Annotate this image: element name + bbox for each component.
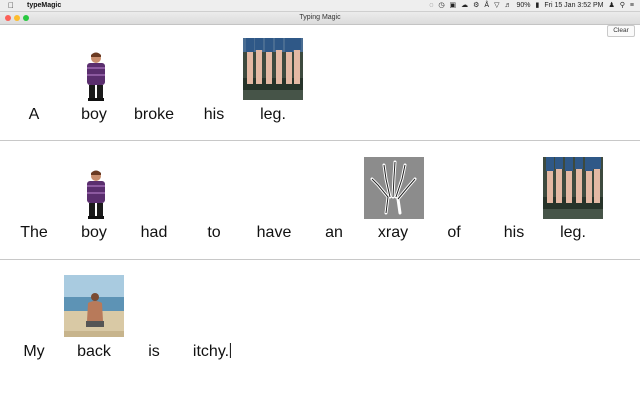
datetime-label[interactable]: Fri 15 Jan 3:52 PM [544, 0, 603, 11]
screen-icon[interactable]: ▣ [450, 0, 457, 11]
maximize-window-button[interactable] [23, 15, 29, 21]
text-cursor [230, 343, 232, 358]
word: broke [133, 106, 175, 123]
user-icon[interactable]: ♟ [608, 0, 614, 11]
sentence-divider [0, 259, 640, 260]
sentence-3-beach-picture [64, 275, 124, 337]
clear-button[interactable]: Clear [607, 25, 635, 37]
word: an [325, 224, 343, 241]
app-menu-name[interactable]: typeMagic [27, 0, 61, 11]
word: have [256, 224, 292, 241]
word: back [77, 343, 111, 360]
xray-hand-icon [364, 157, 424, 219]
word-with-caret[interactable]: itchy. [192, 343, 232, 361]
sync-icon[interactable]: ◌ [429, 0, 433, 11]
sentence-1-boy-picture [66, 48, 126, 110]
word: his [503, 224, 525, 241]
settings-icon[interactable]: ⚙ [473, 0, 479, 11]
cloud-icon[interactable]: ☁ [461, 0, 468, 11]
word: leg. [560, 224, 586, 241]
boy-icon [66, 48, 126, 110]
apple-menu-icon[interactable]:  [8, 0, 14, 11]
wifi-icon[interactable]: ▽ [494, 0, 499, 11]
battery-percent[interactable]: 90% [516, 0, 530, 11]
clock-icon[interactable]: ◷ [438, 0, 444, 11]
close-window-button[interactable] [5, 15, 11, 21]
word: of [447, 224, 461, 241]
sentence-2-boy-picture [66, 166, 126, 228]
word: his [203, 106, 225, 123]
battery-icon[interactable]: ▮ [535, 0, 539, 11]
boy-icon [66, 166, 126, 228]
word: itchy. [192, 343, 230, 360]
sentence-2-feet-picture [543, 157, 603, 219]
window-title-bar: Typing Magic [0, 12, 640, 25]
window-title: Typing Magic [299, 14, 341, 21]
notification-list-icon[interactable]: ≡ [630, 0, 634, 11]
word: xray [377, 224, 409, 241]
feet-in-water-icon [243, 38, 303, 100]
word: My [23, 343, 45, 360]
status-area: ◌ ◷ ▣ ☁ ⚙ Å ▽ ♬ 90% ▮ Fri 15 Jan 3:52 PM… [429, 0, 634, 11]
word: The [20, 224, 48, 241]
word: is [148, 343, 160, 360]
sentence-2-xray-picture [364, 157, 424, 219]
sentence-1-feet-picture [243, 38, 303, 100]
word: A [28, 106, 40, 123]
minimize-window-button[interactable] [14, 15, 20, 21]
word: boy [81, 106, 107, 123]
word: leg. [260, 106, 286, 123]
volume-icon[interactable]: ♬ [504, 0, 511, 11]
word: to [207, 224, 221, 241]
word: boy [81, 224, 107, 241]
sentence-divider [0, 140, 640, 141]
menu-bar:  typeMagic ◌ ◷ ▣ ☁ ⚙ Å ▽ ♬ 90% ▮ Fri 15… [0, 0, 640, 12]
word: had [140, 224, 168, 241]
bluetooth-icon[interactable]: Å [484, 0, 489, 11]
search-icon[interactable]: ⚲ [620, 0, 625, 11]
feet-in-water-icon [543, 157, 603, 219]
man-back-at-beach-icon [64, 275, 124, 337]
